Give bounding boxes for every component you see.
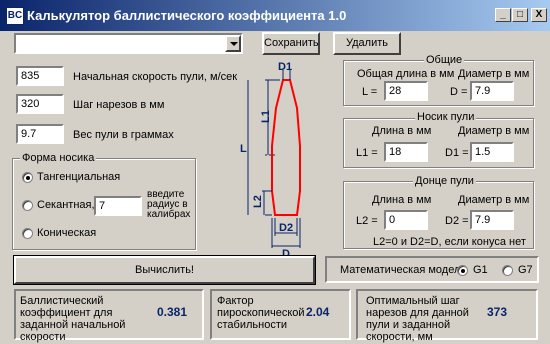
app-icon: BC — [6, 7, 24, 25]
label-D1: D1 — [278, 61, 292, 73]
radio-tangent[interactable] — [22, 172, 33, 183]
save-button[interactable]: Сохранить — [262, 32, 320, 55]
window-title: Калькулятор баллистического коэффициента… — [27, 8, 347, 23]
profile-select[interactable] — [14, 33, 243, 54]
radio-secant[interactable] — [22, 200, 33, 211]
bullet-outline — [271, 79, 301, 216]
secant-radius-input[interactable] — [94, 196, 142, 216]
calculate-button[interactable]: Вычислить! — [14, 256, 315, 284]
close-button[interactable]: X — [531, 8, 547, 22]
base-note: L2=0 и D2=D, если конуса нет — [373, 236, 526, 248]
L-label: L = — [362, 86, 378, 98]
L2-label: L2 = — [356, 215, 378, 227]
bc-result-label: Баллистический коэффициент для заданной … — [20, 295, 126, 343]
secant-radius-hint: введите радиус в калибрах — [147, 189, 191, 220]
bc-result-value: 0.381 — [157, 305, 188, 319]
radio-conical-label: Коническая — [37, 227, 97, 239]
weight-input[interactable] — [16, 124, 64, 144]
chevron-down-icon — [230, 42, 238, 46]
D2-input[interactable] — [470, 210, 514, 230]
radio-tangent-label: Тангенциальная — [37, 171, 121, 183]
muzzle-velocity-input[interactable] — [16, 66, 64, 86]
twist-result-value: 373 — [487, 305, 508, 319]
weight-label: Вес пули в граммах — [73, 129, 174, 141]
radio-conical[interactable] — [22, 228, 33, 239]
bullet-diagram: D1 L1 L L2 D2 D — [240, 61, 301, 258]
radio-G7[interactable] — [502, 265, 513, 276]
L1-label: L1 = — [356, 147, 378, 159]
radio-secant-label: Секантная, — [37, 199, 95, 211]
D-input[interactable] — [470, 81, 514, 101]
general-diameter-label: Диаметр в мм — [458, 68, 530, 80]
nose-shape-title: Форма носика — [20, 152, 97, 164]
D1-label: D1 = — [445, 147, 469, 159]
model-label: Математическая модель — [340, 264, 467, 276]
radio-G1[interactable] — [457, 265, 468, 276]
maximize-button[interactable]: □ — [512, 8, 528, 22]
general-title: Общие — [424, 54, 465, 66]
D-label: D = — [450, 86, 468, 98]
L2-input[interactable] — [384, 210, 428, 230]
stability-result-value: 2.04 — [306, 305, 330, 319]
label-D2: D2 — [279, 222, 293, 234]
D1-input[interactable] — [470, 142, 514, 162]
L1-input[interactable] — [384, 142, 428, 162]
radio-G1-label: G1 — [473, 264, 488, 276]
muzzle-velocity-label: Начальная скорость пули, м/сек — [73, 71, 238, 83]
twist-input[interactable] — [16, 94, 64, 114]
D2-label: D2 = — [445, 215, 469, 227]
nose-diameter-label: Диаметр в мм — [458, 125, 530, 137]
twist-label: Шаг нарезов в мм — [73, 99, 165, 111]
twist-result-label: Оптимальный шаг нарезов для данной пули … — [366, 295, 469, 343]
label-L2: L2 — [252, 195, 264, 208]
label-L1: L1 — [260, 110, 272, 123]
nose-title: Носик пули — [415, 111, 477, 123]
base-diameter-label: Диаметр в мм — [458, 194, 530, 206]
radio-G7-label: G7 — [518, 264, 533, 276]
delete-button[interactable]: Удалить — [333, 32, 401, 55]
base-title: Донце пули — [413, 175, 476, 187]
stability-result-label: Фактор пироскопической стабильности — [217, 295, 305, 331]
L-input[interactable] — [384, 81, 428, 101]
minimize-button[interactable]: _ — [495, 8, 511, 22]
profile-dropdown-button[interactable] — [225, 35, 241, 52]
total-length-label: Общая длина в мм — [357, 68, 455, 80]
base-length-label: Длина в мм — [372, 194, 432, 206]
label-L: L — [240, 143, 247, 155]
nose-length-label: Длина в мм — [372, 125, 432, 137]
